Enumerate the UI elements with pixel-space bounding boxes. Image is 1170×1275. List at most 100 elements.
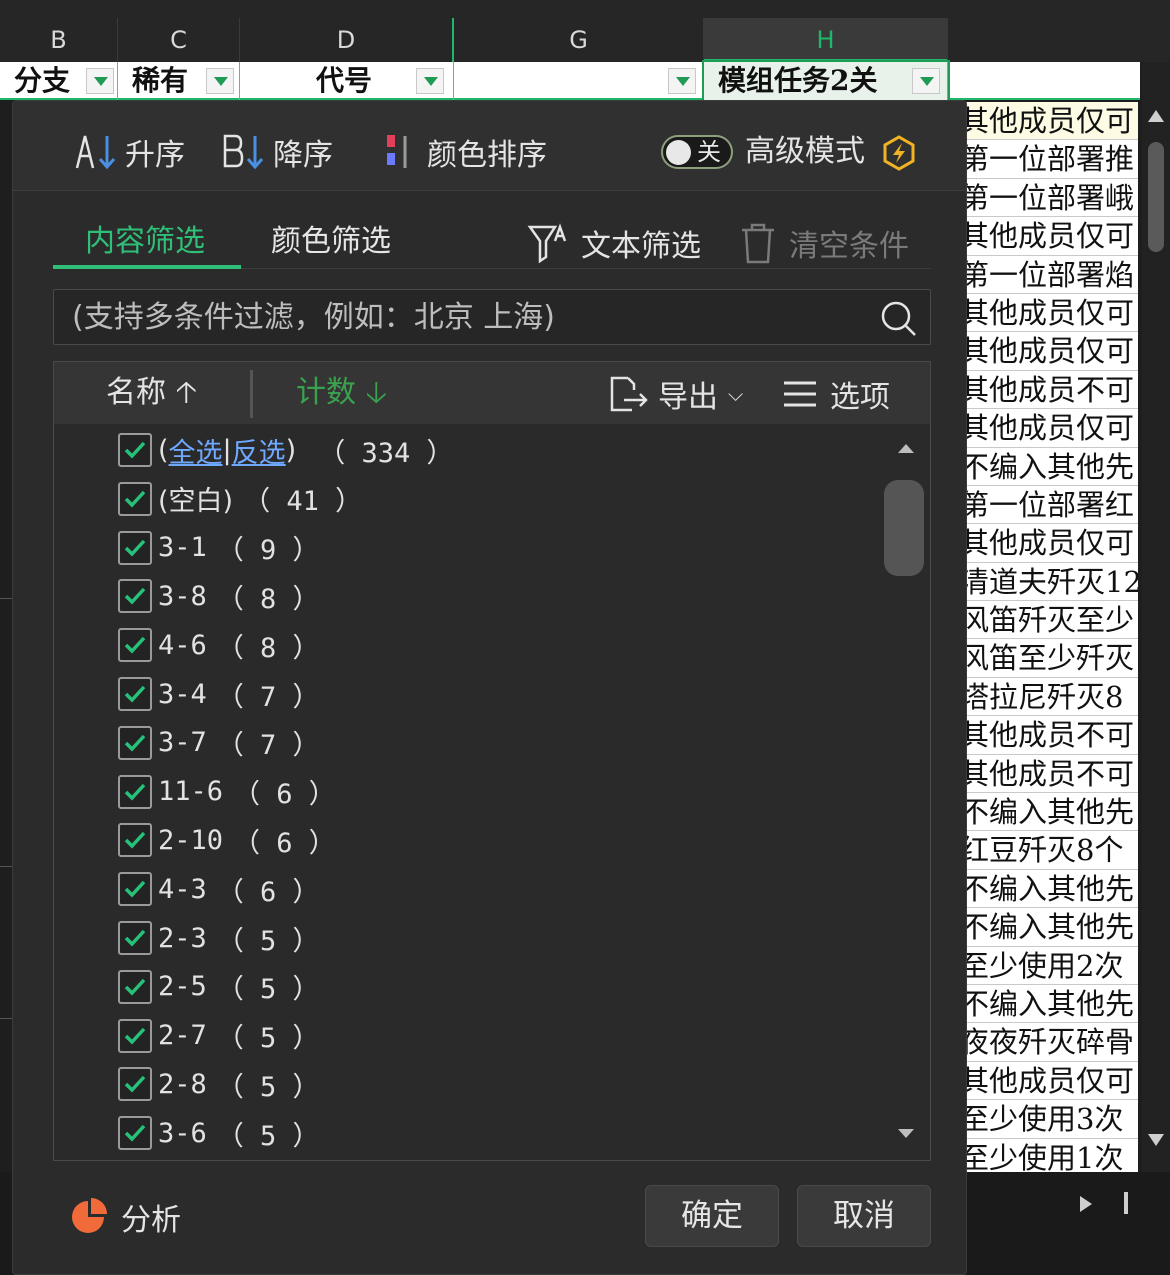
table-cell[interactable]: 其他成员仅可 <box>958 217 1138 256</box>
clear-conditions-button[interactable]: 清空条件 <box>739 221 909 265</box>
table-cell[interactable]: 至少使用2次 <box>958 946 1138 985</box>
bracket-close: ) <box>285 434 297 466</box>
table-cell[interactable]: 清道夫歼灭12 <box>958 562 1138 602</box>
checkbox[interactable] <box>118 774 152 809</box>
color-sort-button[interactable]: 颜色排序 <box>381 129 547 175</box>
search-icon[interactable] <box>880 300 918 338</box>
table-cell[interactable]: 其他成员不可 <box>958 370 1138 410</box>
checkbox[interactable] <box>118 1116 152 1151</box>
filter-dropdown-button[interactable] <box>416 68 444 94</box>
checkbox[interactable] <box>118 481 152 516</box>
table-cell[interactable]: 塔拉尼歼灭8 <box>958 677 1138 717</box>
column-h-cells: 其他成员仅可 第一位部署推 第一位部署峨 其他成员仅可 第一位部署焰 其他成员仅可 其他成员… <box>958 102 1138 1177</box>
table-cell[interactable]: 其他成员仅可 <box>958 524 1138 563</box>
table-cell[interactable]: 夜夜歼灭碎骨 <box>958 1023 1138 1062</box>
table-cell[interactable]: 第一位部署红 <box>958 485 1138 525</box>
checkbox[interactable] <box>118 1018 152 1053</box>
checkbox[interactable] <box>118 969 152 1004</box>
list-item[interactable]: 4-3 （ 6 ） <box>118 869 320 909</box>
tab-content-filter[interactable]: 内容筛选 <box>85 221 205 263</box>
sheet-vertical-scrollbar[interactable] <box>1142 62 1170 1172</box>
checkbox[interactable] <box>118 1067 152 1102</box>
list-item[interactable]: 2-7 （ 5 ） <box>118 1016 320 1056</box>
next-sheet-arrow-icon[interactable] <box>1080 1196 1092 1212</box>
table-cell[interactable]: 风笛至少歼灭 <box>958 639 1138 678</box>
cancel-button[interactable]: 取消 <box>797 1185 931 1247</box>
list-item[interactable]: 2-5 （ 5 ） <box>118 967 320 1007</box>
checkbox[interactable] <box>118 530 152 565</box>
table-cell[interactable]: 其他成员仅可 <box>958 409 1138 448</box>
checkmark-icon <box>124 441 146 459</box>
list-item[interactable]: 3-4 （ 7 ） <box>118 674 320 714</box>
list-item[interactable]: 2-8 （ 5 ） <box>118 1064 320 1104</box>
table-cell[interactable]: 其他成员仅可 <box>958 332 1138 371</box>
tab-color-filter[interactable]: 颜色筛选 <box>271 221 391 263</box>
list-item[interactable]: 3-8 （ 8 ） <box>118 576 320 616</box>
checkbox[interactable] <box>118 628 152 663</box>
invert-selection-link[interactable]: 反选 <box>232 431 286 470</box>
confirm-button[interactable]: 确定 <box>645 1185 779 1247</box>
table-cell[interactable]: 其他成员仅可 <box>958 293 1138 333</box>
checkbox[interactable] <box>118 823 152 858</box>
table-cell[interactable]: 不编入其他先 <box>958 869 1138 909</box>
sort-by-count-button[interactable]: 计数 🡣 <box>296 372 387 414</box>
value-list-scrollbar[interactable] <box>882 426 928 1156</box>
filter-search-input[interactable] <box>72 298 852 336</box>
last-sheet-bar-icon[interactable] <box>1124 1192 1128 1214</box>
checkbox[interactable] <box>118 677 152 711</box>
scroll-down-arrow-icon[interactable] <box>898 1129 914 1138</box>
text-filter-button[interactable]: 文本筛选 <box>527 221 701 265</box>
table-cell[interactable]: 其他成员不可 <box>958 754 1138 794</box>
scroll-up-arrow-icon[interactable] <box>1148 110 1164 122</box>
column-header-c[interactable]: C <box>118 18 240 62</box>
scroll-thumb[interactable] <box>884 480 924 576</box>
list-item[interactable]: 3-6 （ 5 ） <box>118 1113 320 1153</box>
scroll-up-arrow-icon[interactable] <box>898 444 914 453</box>
table-cell[interactable]: 第一位部署推 <box>958 140 1138 179</box>
options-button[interactable]: 选项 <box>782 372 890 416</box>
table-cell[interactable]: 其他成员不可 <box>958 716 1138 755</box>
list-item[interactable]: 3-1 （ 9 ） <box>118 528 320 568</box>
column-header-g[interactable]: G <box>454 18 704 62</box>
export-button[interactable]: 导出 ⌵ <box>606 372 743 416</box>
list-item[interactable]: 11-6 （ 6 ） <box>118 772 336 812</box>
list-item[interactable]: 3-7 （ 7 ） <box>118 723 320 763</box>
analysis-button[interactable]: 分析 <box>69 1195 181 1239</box>
checkbox[interactable] <box>118 725 152 760</box>
list-item-select-all[interactable]: ( 全选 | 反选 ) （ 334 ） <box>118 430 453 470</box>
column-header-d[interactable]: D <box>240 18 454 62</box>
table-cell[interactable]: 其他成员仅可 <box>958 1061 1138 1101</box>
sort-descending-button[interactable]: 降序 <box>221 129 333 175</box>
item-label: 2-10 <box>158 824 224 856</box>
checkbox[interactable] <box>118 872 152 907</box>
filter-dropdown-button[interactable] <box>86 68 114 94</box>
table-cell[interactable]: 至少使用3次 <box>958 1100 1138 1139</box>
table-cell[interactable]: 不编入其他先 <box>958 793 1138 832</box>
filter-dropdown-button[interactable] <box>912 68 940 94</box>
list-item[interactable]: 2-3 （ 5 ） <box>118 918 320 958</box>
column-header-h[interactable]: H <box>704 18 948 62</box>
checkbox[interactable] <box>118 433 152 467</box>
table-cell[interactable]: 风笛歼灭至少 <box>958 601 1138 640</box>
filter-dropdown-button[interactable] <box>206 68 234 94</box>
advanced-mode-toggle[interactable]: 关 <box>661 135 733 169</box>
table-cell[interactable]: 不编入其他先 <box>958 908 1138 947</box>
sort-ascending-button[interactable]: 升序 <box>73 129 185 175</box>
checkbox[interactable] <box>118 579 152 614</box>
table-cell[interactable]: 其他成员仅可 <box>958 102 1138 141</box>
filter-dropdown-button[interactable] <box>668 68 696 94</box>
table-cell[interactable]: 第一位部署峨 <box>958 178 1138 218</box>
checkbox[interactable] <box>118 921 152 955</box>
table-cell[interactable]: 红豆歼灭8个 <box>958 831 1138 870</box>
column-header-b[interactable]: B <box>0 18 118 62</box>
table-cell[interactable]: 第一位部署焰 <box>958 255 1138 294</box>
list-item[interactable]: 2-10 （ 6 ） <box>118 820 336 860</box>
scroll-down-arrow-icon[interactable] <box>1148 1134 1164 1146</box>
select-all-link[interactable]: 全选 <box>169 431 223 470</box>
sort-by-name-button[interactable]: 名称 🡡 <box>106 372 197 414</box>
table-cell[interactable]: 不编入其他先 <box>958 447 1138 486</box>
scroll-thumb[interactable] <box>1148 142 1164 252</box>
table-cell[interactable]: 不编入其他先 <box>958 984 1138 1024</box>
list-item[interactable]: 4-6 （ 8 ） <box>118 625 320 665</box>
list-item[interactable]: (空白) （ 41 ） <box>118 479 362 519</box>
